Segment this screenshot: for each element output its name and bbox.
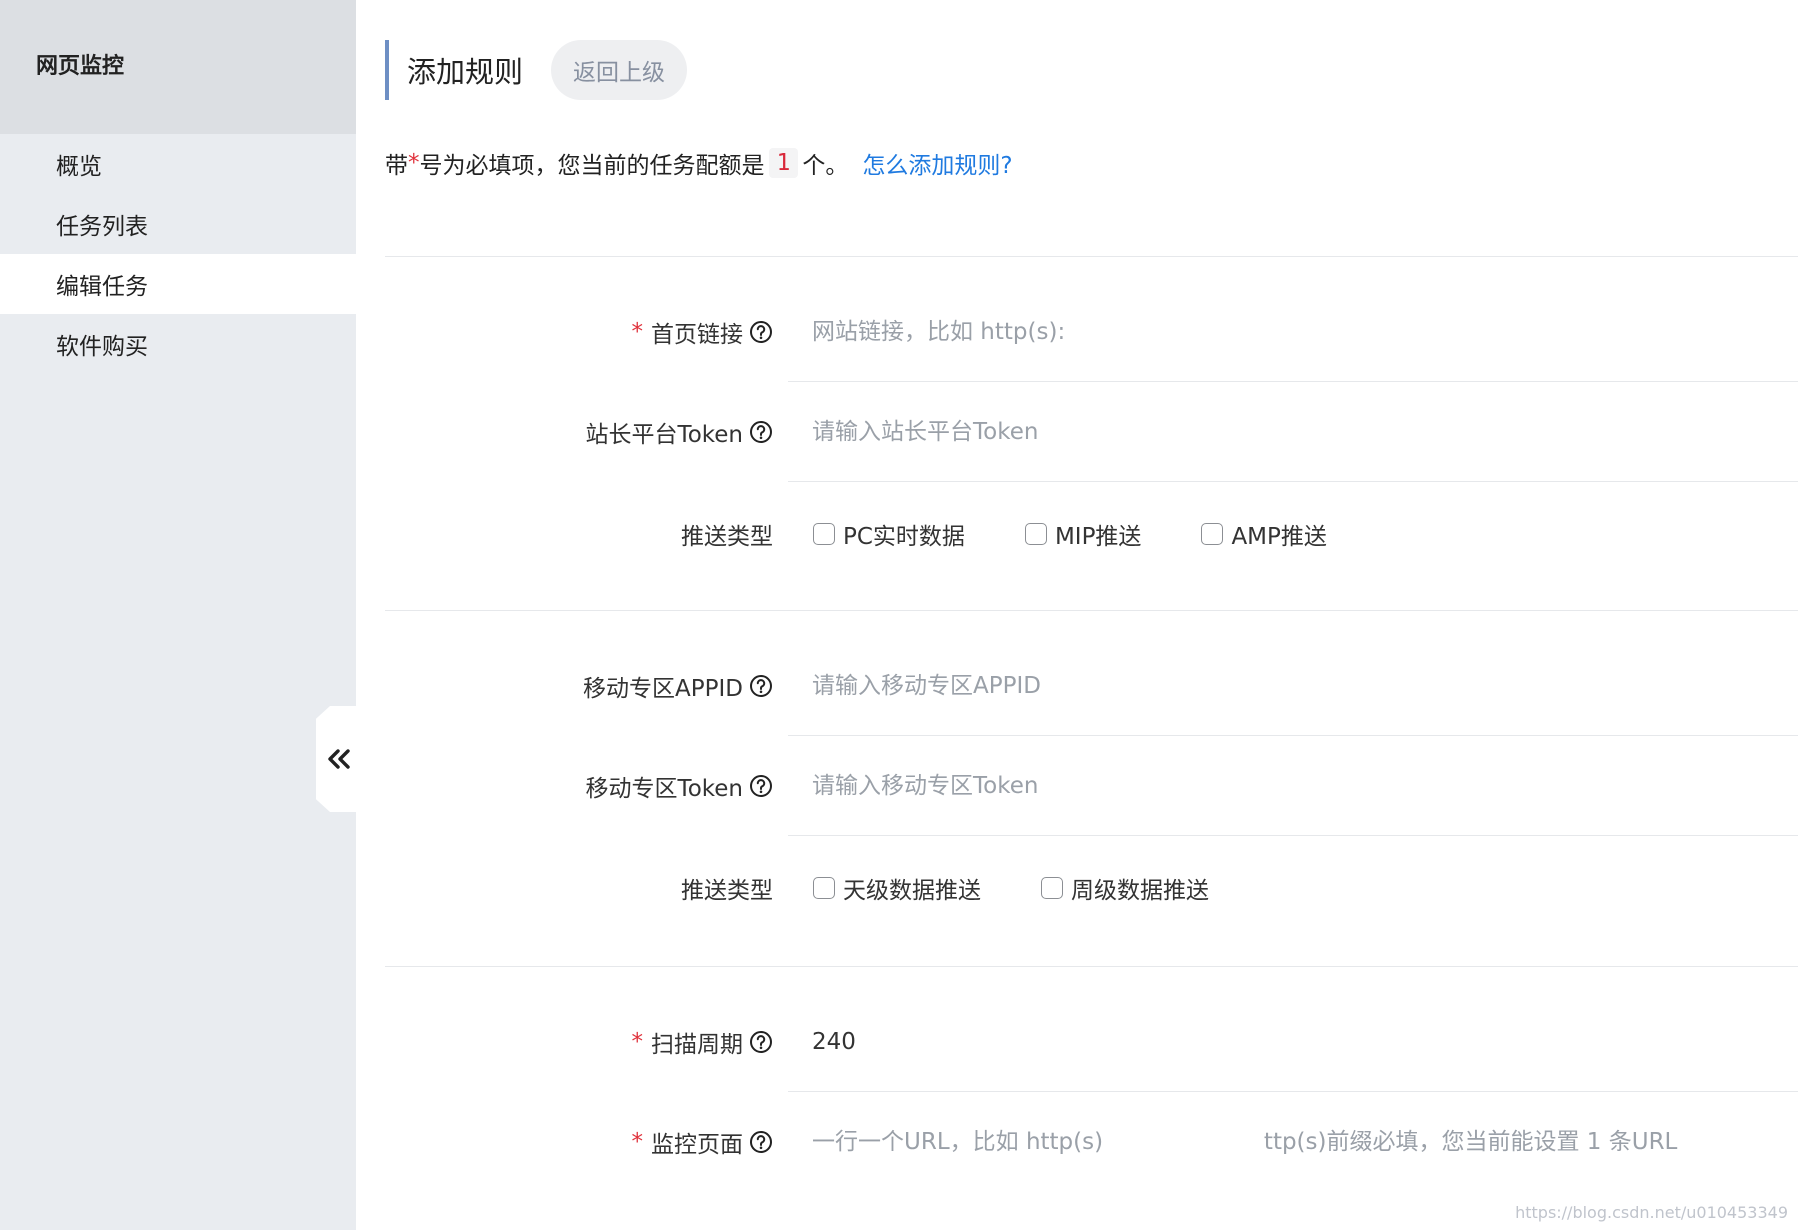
title-accent-bar [385, 40, 389, 100]
mobile-appid-input[interactable] [788, 636, 1798, 735]
mobile-appid-field [788, 636, 1798, 736]
push-type-label-text: 推送类型 [681, 524, 773, 550]
checkbox-label: 周级数据推送 [1071, 878, 1209, 904]
form-row-site-token: 站长平台Token [385, 382, 1798, 482]
push-type-checkbox-group: PC实时数据 MIP推送 AMP推送 [813, 484, 1387, 584]
how-to-add-rule-link[interactable]: 怎么添加规则? [862, 146, 1012, 180]
help-circle-icon[interactable] [749, 1030, 773, 1054]
form-notice: 带 * 号为必填项，您当前的任务配额是 1 个。 怎么添加规则? [385, 146, 1013, 180]
amp-push-checkbox[interactable]: AMP推送 [1201, 517, 1327, 551]
site-token-field [788, 382, 1798, 482]
form-row-push-type-mobile: 推送类型 天级数据推送 周级数据推送 [385, 838, 1798, 938]
sidebar-header: 网页监控 [0, 0, 356, 134]
required-star: * [408, 150, 420, 176]
checkbox-box[interactable] [813, 523, 835, 545]
push-type-label: 推送类型 [681, 484, 773, 584]
sidebar-collapse-button[interactable] [316, 706, 356, 812]
sidebar-item-overview[interactable]: 概览 [0, 134, 356, 194]
help-circle-icon[interactable] [749, 420, 773, 444]
help-circle-icon[interactable] [749, 674, 773, 698]
mobile-appid-label-text: 移动专区APPID [583, 676, 743, 702]
push-type-label: 推送类型 [681, 838, 773, 938]
sidebar-item-software-purchase[interactable]: 软件购买 [0, 314, 356, 374]
push-type-checkbox-group: 天级数据推送 周级数据推送 [813, 838, 1269, 938]
mobile-appid-label: 移动专区APPID [583, 636, 773, 736]
help-circle-icon[interactable] [749, 774, 773, 798]
form-row-scan-period: * 扫描周期 [385, 992, 1798, 1092]
sidebar: 网页监控 概览 任务列表 编辑任务 软件购买 [0, 0, 356, 1230]
form-row-homepage: * 首页链接 [385, 282, 1798, 382]
mip-push-checkbox[interactable]: MIP推送 [1024, 517, 1142, 551]
homepage-label: * 首页链接 [632, 282, 774, 382]
pc-realtime-checkbox[interactable]: PC实时数据 [813, 517, 965, 551]
checkbox-box[interactable] [1201, 523, 1224, 545]
checkbox-label: 天级数据推送 [843, 878, 981, 904]
app-title: 网页监控 [36, 54, 125, 79]
sidebar-nav: 概览 任务列表 编辑任务 软件购买 [0, 134, 356, 374]
scan-period-field [788, 992, 1798, 1092]
checkbox-label: PC实时数据 [843, 524, 965, 550]
help-circle-icon[interactable] [749, 320, 773, 344]
notice-prefix: 带 [385, 153, 408, 179]
site-token-input[interactable] [788, 382, 1798, 481]
checkbox-box[interactable] [1041, 877, 1063, 899]
monitor-pages-field [788, 1092, 1798, 1192]
form-row-monitor-pages: * 监控页面 [385, 1092, 1798, 1192]
scan-period-label: * 扫描周期 [632, 992, 774, 1092]
mobile-token-label-text: 移动专区Token [585, 776, 743, 802]
sidebar-item-edit-task[interactable]: 编辑任务 [0, 254, 356, 314]
required-star: * [631, 319, 644, 345]
watermark: https://blog.csdn.net/u010453349 [1515, 1203, 1788, 1222]
weekly-push-checkbox[interactable]: 周级数据推送 [1041, 871, 1209, 905]
form-row-push-type-pc: 推送类型 PC实时数据 MIP推送 AMP推送 [385, 484, 1798, 584]
site-token-label: 站长平台Token [586, 382, 773, 482]
divider [385, 256, 1798, 257]
quota-badge: 1 [768, 148, 799, 178]
monitor-pages-textarea[interactable] [788, 1092, 1798, 1192]
homepage-input[interactable] [788, 282, 1798, 381]
site-token-label-text: 站长平台Token [585, 422, 743, 448]
divider [385, 966, 1798, 967]
push-type-label-text: 推送类型 [681, 878, 773, 904]
mobile-token-field [788, 736, 1798, 836]
checkbox-box[interactable] [1024, 523, 1047, 545]
mobile-token-input[interactable] [788, 736, 1798, 835]
main-content: 添加规则 返回上级 带 * 号为必填项，您当前的任务配额是 1 个。 怎么添加规… [385, 0, 1798, 1230]
checkbox-box[interactable] [813, 877, 835, 899]
daily-push-checkbox[interactable]: 天级数据推送 [813, 871, 981, 905]
back-button[interactable]: 返回上级 [551, 40, 688, 100]
required-star: * [631, 1029, 644, 1055]
page-header: 添加规则 返回上级 [385, 40, 688, 100]
page-title: 添加规则 [407, 55, 524, 89]
monitor-pages-label-text: 监控页面 [651, 1132, 743, 1158]
scan-period-label-text: 扫描周期 [651, 1032, 743, 1058]
checkbox-label: AMP推送 [1231, 524, 1327, 550]
notice-text: 号为必填项，您当前的任务配额是 [419, 153, 765, 179]
homepage-field [788, 282, 1798, 382]
form-row-mobile-token: 移动专区Token [385, 736, 1798, 836]
double-chevron-left-icon [328, 749, 350, 769]
required-star: * [631, 1129, 644, 1155]
scan-period-input[interactable] [788, 992, 1798, 1091]
monitor-pages-label: * 监控页面 [632, 1092, 774, 1192]
notice-suffix: 个。 [802, 153, 849, 179]
help-circle-icon[interactable] [749, 1130, 773, 1154]
homepage-label-text: 首页链接 [651, 322, 743, 348]
mobile-token-label: 移动专区Token [586, 736, 773, 836]
divider [385, 610, 1798, 611]
form-row-mobile-appid: 移动专区APPID [385, 636, 1798, 736]
checkbox-label: MIP推送 [1054, 524, 1142, 550]
sidebar-item-task-list[interactable]: 任务列表 [0, 194, 356, 254]
